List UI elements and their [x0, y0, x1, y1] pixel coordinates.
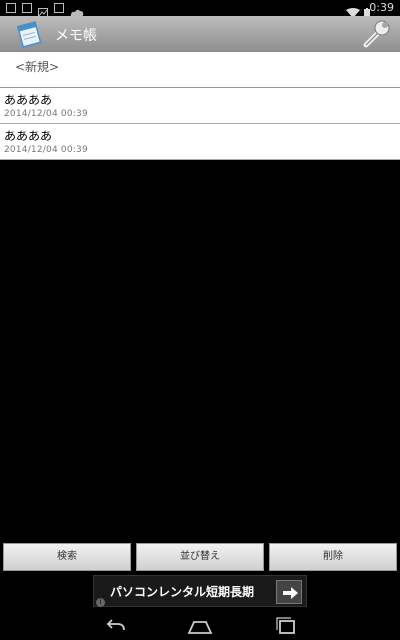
sort-button[interactable]: 並び替え: [136, 543, 264, 571]
cloud-icon: [70, 3, 84, 17]
status-bar: 0:39: [0, 0, 400, 18]
memo-title: ああああ: [4, 129, 53, 143]
ad-banner[interactable]: パソコンレンタル短期長期 i: [93, 575, 307, 607]
notification-icon: [6, 3, 16, 13]
recents-icon[interactable]: [272, 616, 300, 636]
list-item[interactable]: ああああ 2014/12/04 00:39: [0, 88, 400, 124]
button-bar: 検索 並び替え 削除: [0, 543, 400, 571]
list-item[interactable]: ああああ 2014/12/04 00:39: [0, 124, 400, 160]
memo-title: ああああ: [4, 93, 53, 107]
wrench-icon[interactable]: [360, 19, 392, 49]
delete-button[interactable]: 削除: [269, 543, 397, 571]
calendar-icon: [54, 3, 64, 13]
memo-list: <新規> ああああ 2014/12/04 00:39 ああああ 2014/12/…: [0, 52, 400, 160]
arrow-right-icon[interactable]: [276, 580, 302, 604]
calendar-icon: [22, 3, 32, 13]
ad-text: パソコンレンタル短期長期: [110, 585, 255, 599]
search-button[interactable]: 検索: [3, 543, 131, 571]
memo-date: 2014/12/04 00:39: [4, 145, 88, 155]
navigation-bar: [0, 612, 400, 640]
clock: 0:39: [369, 1, 394, 14]
action-bar: メモ帳: [0, 16, 400, 52]
back-icon[interactable]: [102, 616, 130, 636]
notepad-icon[interactable]: [14, 19, 44, 49]
new-memo-label: <新規>: [15, 60, 60, 74]
new-memo-item[interactable]: <新規>: [0, 52, 400, 88]
wifi-icon: [346, 3, 360, 18]
home-icon[interactable]: [186, 616, 214, 636]
page-title: メモ帳: [55, 28, 97, 44]
image-icon: [38, 3, 48, 18]
info-icon[interactable]: i: [96, 598, 105, 607]
memo-date: 2014/12/04 00:39: [4, 109, 88, 119]
